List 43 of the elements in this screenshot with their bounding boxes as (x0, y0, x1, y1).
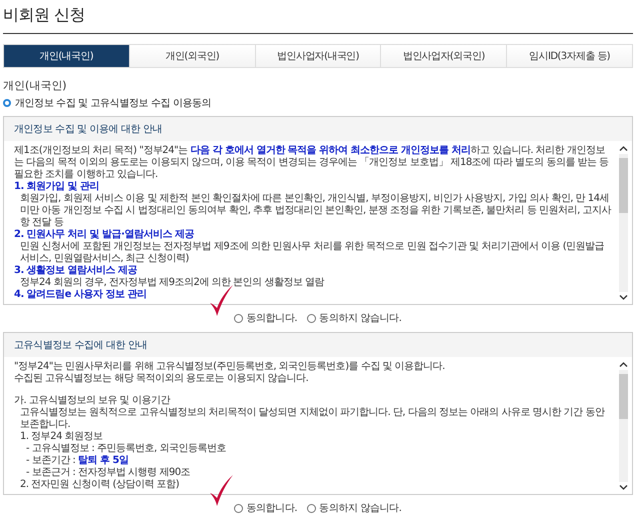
option-label: 동의합니다. (246, 502, 298, 515)
scroll-thumb (619, 158, 628, 214)
scroll-up-icon (619, 361, 628, 368)
paragraph: 정부24 회원의 경우, 전자정부법 제9조의2에 의한 본인의 생활정보 열람 (19, 277, 326, 289)
bullet-icon (3, 99, 11, 107)
paragraph: 민원 신청서에 포함된 개인정보는 전자정부법 제9조에 의한 민원사무 처리를 위한 목적으로 민원 접수기관 및 처리기관에서 이용 (민원발급서비스, 민원열람서비스, 최근 신청이력) (19, 241, 606, 265)
radio-button[interactable] (234, 504, 244, 512)
page-title: 비회원 신청 (3, 0, 633, 34)
paragraph: - 보존기간 : 탈퇴 후 5일 (25, 455, 130, 467)
paragraph: 회원가입, 회원제 서비스 이용 및 제한적 본인 확인절차에 따른 본인확인, 개인식별, 부정이용방지, 비인가 사용방지, 가입 의사 확인, 만 14세 미만 아동 개인정보 수집 시 법정대리인 동의여부 확인, 추후 법정대리인 본인확인, 분쟁 조정을 위한 기록보존, 불만처리 등 민원처리, 고지사항 전달 등 (19, 193, 612, 229)
radio-button[interactable] (234, 314, 244, 322)
item-heading: 1. 회원가입 및 관리 (14, 181, 100, 193)
section-title: 개인(내국인) (3, 78, 68, 93)
radio-button[interactable] (307, 314, 316, 322)
paragraph: 2. 전자민원 신청이력 (상담이력 포함) (19, 479, 180, 491)
paragraph: "정부24"는 민원사무처리를 위해 고유식별정보(주민등록번호, 외국인등록번호)를 수집 및 이용합니다. (14, 361, 446, 373)
scroll-down-icon (619, 484, 628, 491)
tab[interactable]: 법인사업자(내국인) (254, 45, 380, 67)
panel-title: 개인정보 수집 및 이용에 대한 안내 (4, 117, 632, 141)
item-heading: 2. 민원사무 처리 및 발급·열람서비스 제공 (14, 229, 195, 241)
scroll-down-icon (619, 294, 628, 301)
paragraph: 수집된 고유식별정보는 해당 목적이외의 용도로는 이용되지 않습니다. (14, 373, 310, 385)
tab[interactable]: 법인사업자(외국인) (380, 45, 506, 67)
tab[interactable]: 임시ID(3자제출 등) (506, 45, 632, 67)
panel-title: 고유식별정보 수집에 대한 안내 (4, 333, 632, 357)
tab[interactable]: 개인(외국인) (128, 45, 255, 67)
item-heading: 4. 알려드림e 사용자 정보 관리 (14, 289, 148, 301)
paragraph: 고유식별정보는 원칙적으로 고유식별정보의 처리목적이 달성되면 지체없이 파기합니다. 단, 다음의 정보는 아래의 사유로 명시한 기간 동안 보존합니다. (19, 407, 606, 431)
scroll-up-icon (619, 145, 628, 152)
option-label: 동의하지 않습니다. (319, 312, 402, 325)
paragraph: - 보존근거 : 전자정부법 시행령 제90조 (25, 467, 192, 479)
paragraph: 가. 고유식별정보의 보유 및 이용기간 (14, 395, 172, 407)
radio-button[interactable] (307, 504, 316, 512)
scroll-thumb (619, 374, 628, 419)
paragraph: 제1조(개인정보의 처리 목적) "정부24"는 다음 각 호에서 열거한 목적을 위하여 최소한으로 개인정보를 처리하고 있습니다. 처리한 개인정보는 다음의 목적 이외의 용도로는 이용되지 않으며, 이용 목적이 변경되는 경우에는 「개인정보 보호법」 제18조에 따라 별도의 동의를 받는 등 필요한 조치를 이행하고 있습니다. (14, 145, 610, 181)
option-label: 동의합니다. (246, 312, 298, 325)
tab[interactable]: 개인(내국인) (4, 45, 129, 67)
checkmark-icon (208, 474, 234, 508)
option-label: 동의하지 않습니다. (319, 502, 402, 515)
paragraph: 1. 정부24 회원정보 (19, 431, 104, 443)
paragraph: - 고유식별정보 : 주민등록번호, 외국인등록번호 (25, 443, 227, 455)
item-heading: 3. 생활정보 열람서비스 제공 (14, 265, 138, 277)
consent-heading: 개인정보 수집 및 고유식별정보 수집 이용동의 (15, 97, 212, 110)
